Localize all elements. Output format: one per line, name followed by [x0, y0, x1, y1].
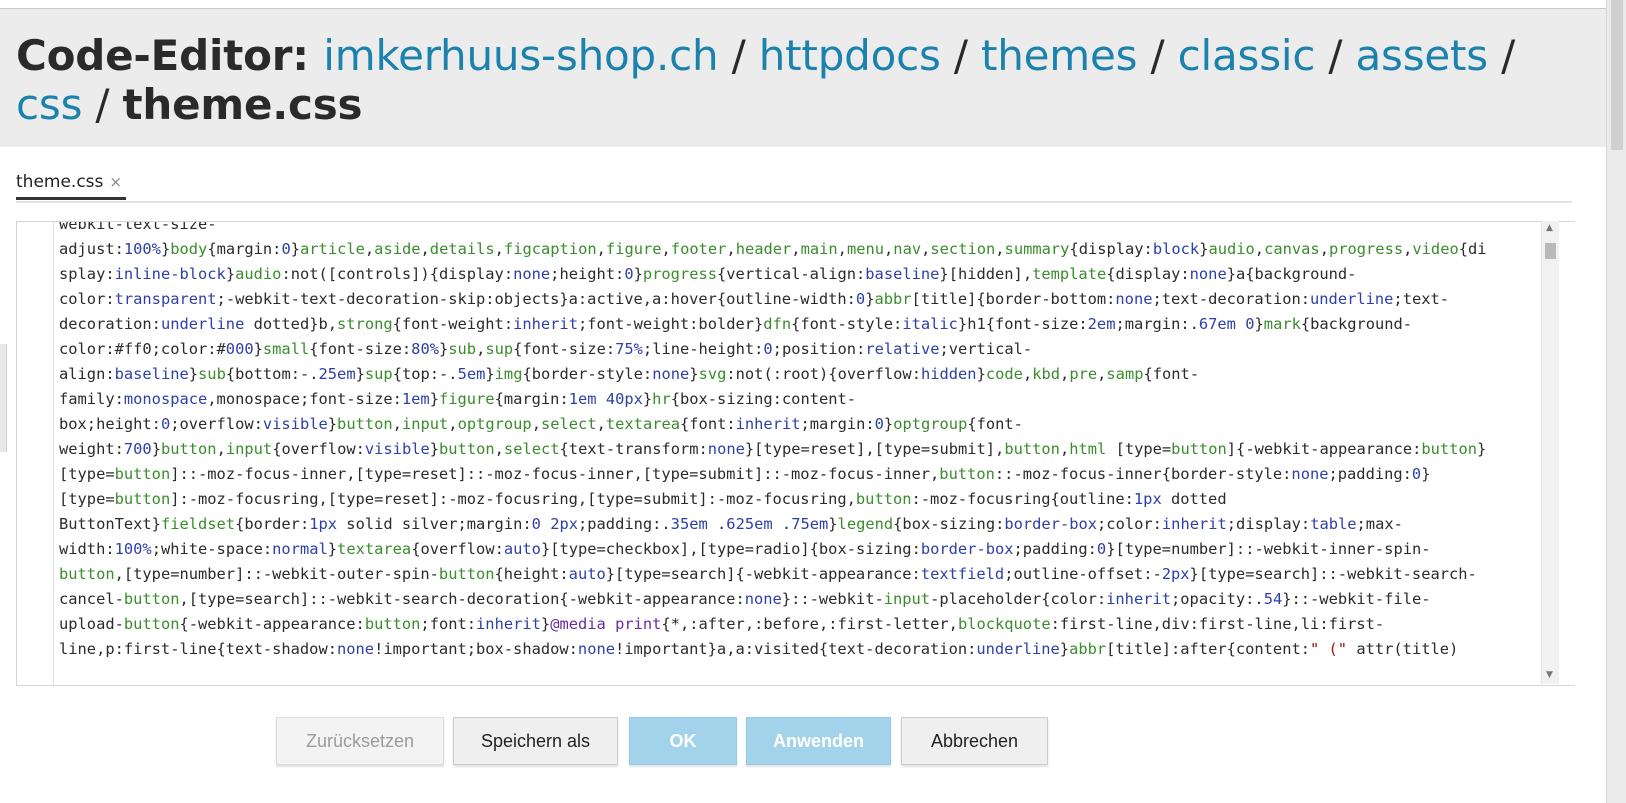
breadcrumb-separator: / [82, 80, 123, 129]
save-as-button[interactable]: Speichern als [453, 717, 618, 765]
breadcrumb-filename: theme.css [122, 80, 363, 129]
side-panel-handle[interactable] [0, 344, 7, 452]
breadcrumb-separator: / [1137, 31, 1178, 80]
page-scrollbar[interactable] [1606, 0, 1626, 803]
breadcrumb-assets[interactable]: assets [1356, 31, 1489, 80]
page-header: Code-Editor: imkerhuus-shop.ch / httpdoc… [0, 9, 1606, 147]
code-line[interactable]: splay:inline-block}audio:not([controls])… [59, 262, 1559, 287]
code-line[interactable]: ButtonText}fieldset{border:1px solid sil… [59, 512, 1559, 537]
breadcrumb-separator: / [940, 31, 981, 80]
code-line[interactable]: adjust:100%}body{margin:0}article,aside,… [59, 237, 1559, 262]
ok-button[interactable]: OK [629, 717, 737, 765]
code-line[interactable]: line,p:first-line{text-shadow:none!impor… [59, 637, 1559, 662]
line-gutter [17, 222, 54, 685]
breadcrumb-separator: / [718, 31, 759, 80]
code-line[interactable]: cancel-button,[type=search]::-webkit-sea… [59, 587, 1559, 612]
breadcrumb-css[interactable]: css [16, 80, 82, 129]
breadcrumb-themes[interactable]: themes [981, 31, 1138, 80]
code-line[interactable]: weight:700}button,input{overflow:visible… [59, 437, 1559, 462]
code-line[interactable]: color:#ff0;color:#000}small{font-size:80… [59, 337, 1559, 362]
code-line[interactable]: color:transparent;-webkit-text-decoratio… [59, 287, 1559, 312]
top-border [0, 0, 1606, 9]
code-line[interactable]: [type=button]:-moz-focusring,[type=reset… [59, 487, 1559, 512]
code-line[interactable]: box;height:0;overflow:visible}button,inp… [59, 412, 1559, 437]
cancel-button[interactable]: Abbrechen [901, 717, 1048, 765]
code-line[interactable]: upload-button{-webkit-appearance:button;… [59, 612, 1559, 637]
code-editor[interactable]: webkit-text-size-adjust:100%}body{margin… [16, 221, 1575, 686]
tab-label: theme.css [16, 172, 104, 192]
breadcrumb-httpdocs[interactable]: httpdocs [759, 31, 941, 80]
code-content[interactable]: webkit-text-size-adjust:100%}body{margin… [59, 222, 1559, 662]
breadcrumb-separator: / [1488, 31, 1516, 80]
close-icon[interactable]: × [109, 173, 122, 191]
code-line[interactable]: [type=button]::-moz-focus-inner,[type=re… [59, 462, 1559, 487]
breadcrumb-separator: / [1315, 31, 1356, 80]
code-line[interactable]: family:monospace,monospace;font-size:1em… [59, 387, 1559, 412]
page-title: Code-Editor: imkerhuus-shop.ch / httpdoc… [16, 31, 1576, 129]
breadcrumb-domain[interactable]: imkerhuus-shop.ch [323, 31, 718, 80]
apply-button[interactable]: Anwenden [746, 717, 891, 765]
code-line[interactable]: width:100%;white-space:normal}textarea{o… [59, 537, 1559, 562]
code-line[interactable]: decoration:underline dotted}b,strong{fon… [59, 312, 1559, 337]
tab-theme-css[interactable]: theme.css × [16, 169, 126, 200]
code-line[interactable]: webkit-text-size- [59, 222, 1559, 237]
page-scrollbar-thumb[interactable] [1611, 0, 1623, 150]
breadcrumb-classic[interactable]: classic [1178, 31, 1316, 80]
code-line[interactable]: button,[type=number]::-webkit-outer-spin… [59, 562, 1559, 587]
title-prefix: Code-Editor: [16, 31, 324, 80]
chevron-up-icon[interactable]: ▲ [1546, 223, 1553, 233]
editor-tabbar: theme.css × [16, 169, 1572, 203]
editor-scrollbar[interactable]: ▲ ▼ [1541, 221, 1559, 684]
dialog-buttons: Zurücksetzen Speichern als OK Anwenden A… [0, 717, 1606, 767]
chevron-down-icon[interactable]: ▼ [1546, 670, 1553, 680]
scrollbar-thumb[interactable] [1545, 243, 1556, 259]
reset-button[interactable]: Zurücksetzen [276, 717, 444, 765]
code-line[interactable]: align:baseline}sub{bottom:-.25em}sup{top… [59, 362, 1559, 387]
